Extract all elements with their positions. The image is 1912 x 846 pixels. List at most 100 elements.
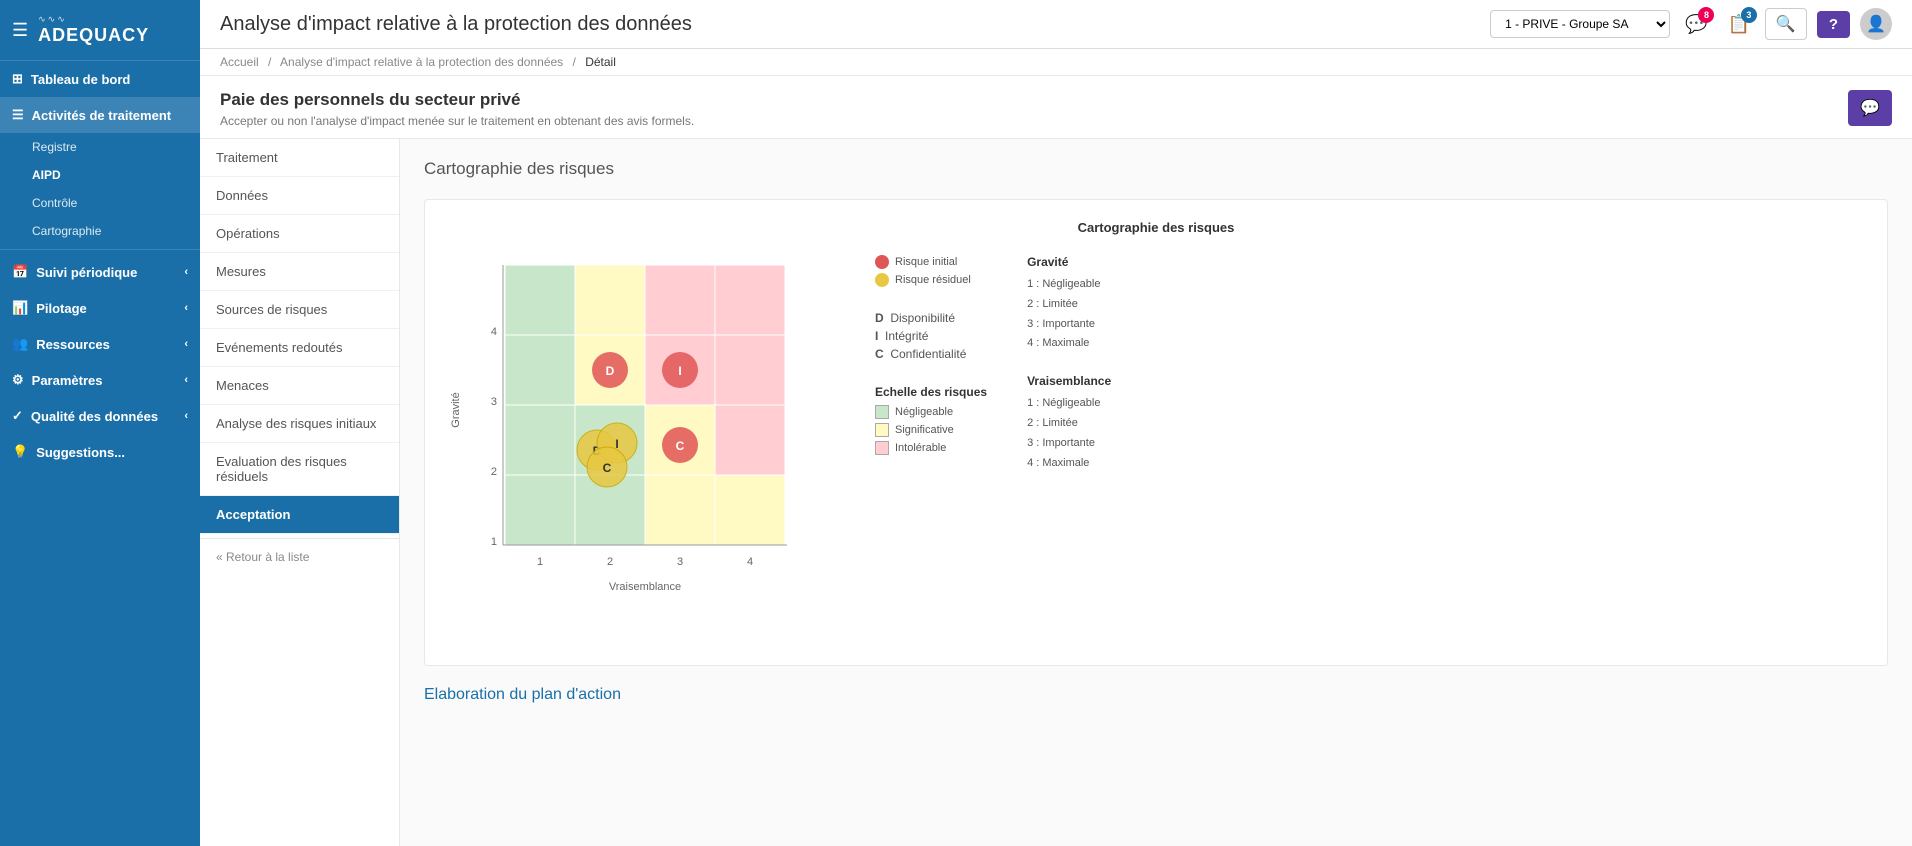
left-nav-evenements-redoutes[interactable]: Evénements redoutés [200,329,399,367]
check-icon: ✓ [12,408,23,424]
chevron-icon: ‹ [184,302,188,314]
breadcrumb-home[interactable]: Accueil [220,55,259,69]
left-nav-operations[interactable]: Opérations [200,215,399,253]
chevron-icon: ‹ [184,374,188,386]
messages-button[interactable]: 💬 8 [1680,9,1712,40]
svg-text:1: 1 [537,556,543,568]
svg-text:4: 4 [747,556,753,568]
left-nav-analyse-risques-initiaux[interactable]: Analyse des risques initiaux [200,405,399,443]
logo-wave: ∿∿∿ [38,14,149,25]
sidebar-item-activites-de-traitement[interactable]: ☰ Activités de traitement [0,97,200,133]
left-nav: Traitement Données Opérations Mesures So… [200,139,400,846]
breadcrumb: Accueil / Analyse d'impact relative à la… [200,49,1912,76]
page-header-text: Paie des personnels du secteur privé Acc… [220,90,694,128]
legend-gravite: Gravité 1 : Négligeable 2 : Limitée 3 : … [1027,255,1111,354]
section-title: Cartographie des risques [424,159,1888,179]
risk-chart-container: Cartographie des risques [424,199,1888,666]
help-button[interactable]: ? [1817,11,1850,38]
risk-map-svg: Gravité 1 2 3 4 1 2 3 4 Vr [445,245,845,645]
risque-residuel-dot [875,273,889,287]
messages-badge: 8 [1698,7,1714,23]
significative-square [875,423,889,437]
search-button[interactable]: 🔍 [1765,8,1807,40]
sidebar-item-cartographie[interactable]: Cartographie [0,217,200,245]
sidebar-item-registre[interactable]: Registre [0,133,200,161]
legend-risque-initial: Risque initial [875,255,987,269]
sidebar: ☰ ∿∿∿ ADEQUACY ⊞ Tableau de bord ☰ Activ… [0,0,200,846]
svg-text:4: 4 [491,326,497,338]
topbar-right: 1 - PRIVE - Groupe SA 💬 8 📋 3 🔍 ? 👤 [1490,8,1892,40]
left-nav-acceptation[interactable]: Acceptation [200,496,399,534]
svg-text:D: D [606,364,615,378]
risque-initial-dot [875,255,889,269]
sidebar-item-tableau-de-bord[interactable]: ⊞ Tableau de bord [0,61,200,97]
dashboard-icon: ⊞ [12,71,23,87]
legend-dic: D Disponibilité I Intégrité C Confidenti… [875,311,987,365]
activities-icon: ☰ [12,107,24,123]
elaboration-title: Elaboration du plan d'action [424,686,1888,704]
breadcrumb-current: Détail [585,55,616,69]
people-icon: 👥 [12,336,28,352]
legend-risk-types: Risque initial Risque résiduel [875,255,987,291]
sidebar-item-suggestions[interactable]: 💡 Suggestions... [0,434,200,470]
legend-echelle: Echelle des risques Négligeable Signific… [875,385,987,459]
comment-button[interactable]: 💬 [1848,90,1892,126]
sidebar-item-pilotage[interactable]: 📊 Pilotage ‹ [0,290,200,326]
svg-text:Gravité: Gravité [450,392,462,427]
svg-text:3: 3 [491,396,497,408]
chart-and-legend: Gravité 1 2 3 4 1 2 3 4 Vr [445,245,1867,645]
page-header-subtitle: Accepter ou non l'analyse d'impact menée… [220,114,694,128]
left-nav-sources-de-risques[interactable]: Sources de risques [200,291,399,329]
org-selector[interactable]: 1 - PRIVE - Groupe SA [1490,10,1670,38]
sidebar-item-aipd[interactable]: AIPD [0,161,200,189]
chevron-icon: ‹ [184,338,188,350]
logo-text: ADEQUACY [38,25,149,46]
svg-text:2: 2 [491,466,497,478]
main-content: Analyse d'impact relative à la protectio… [200,0,1912,846]
svg-text:I: I [678,364,681,378]
intolerable-square [875,441,889,455]
chevron-icon: ‹ [184,266,188,278]
calendar-icon: 📅 [12,264,28,280]
hamburger-icon[interactable]: ☰ [12,20,28,41]
svg-text:1: 1 [491,536,497,548]
svg-text:C: C [676,439,685,453]
svg-text:2: 2 [607,556,613,568]
tasks-button[interactable]: 📋 3 [1722,9,1754,40]
breadcrumb-aipd[interactable]: Analyse d'impact relative à la protectio… [280,55,563,69]
chart-icon: 📊 [12,300,28,316]
legend-vraisemblance: Vraisemblance 1 : Négligeable 2 : Limité… [1027,374,1111,473]
svg-text:3: 3 [677,556,683,568]
legend-area: Risque initial Risque résiduel [875,245,1111,473]
page-header-title: Paie des personnels du secteur privé [220,90,694,110]
left-nav-evaluation-risques-residuels[interactable]: Evaluation des risques résiduels [200,443,399,496]
sidebar-item-controle[interactable]: Contrôle [0,189,200,217]
negligeable-square [875,405,889,419]
page-header: Paie des personnels du secteur privé Acc… [200,76,1912,139]
chart-area: Gravité 1 2 3 4 1 2 3 4 Vr [445,245,845,645]
left-nav-traitement[interactable]: Traitement [200,139,399,177]
sidebar-item-parametres[interactable]: ⚙ Paramètres ‹ [0,362,200,398]
sidebar-item-suivi-periodique[interactable]: 📅 Suivi périodique ‹ [0,254,200,290]
legend-risque-residuel: Risque résiduel [875,273,987,287]
sidebar-item-qualite-donnees[interactable]: ✓ Qualité des données ‹ [0,398,200,434]
sidebar-item-ressources[interactable]: 👥 Ressources ‹ [0,326,200,362]
chart-title: Cartographie des risques [445,220,1867,235]
left-nav-donnees[interactable]: Données [200,177,399,215]
chevron-icon: ‹ [184,410,188,422]
tasks-badge: 3 [1741,7,1757,23]
back-to-list-button[interactable]: « Retour à la liste [200,538,399,575]
sidebar-header: ☰ ∿∿∿ ADEQUACY [0,0,200,61]
bulb-icon: 💡 [12,444,28,460]
left-nav-menaces[interactable]: Menaces [200,367,399,405]
main-panel: Cartographie des risques Cartographie de… [400,139,1912,846]
topbar: Analyse d'impact relative à la protectio… [200,0,1912,49]
left-nav-mesures[interactable]: Mesures [200,253,399,291]
content-area: Traitement Données Opérations Mesures So… [200,139,1912,846]
page-title: Analyse d'impact relative à la protectio… [220,13,1474,36]
sidebar-nav: ⊞ Tableau de bord ☰ Activités de traitem… [0,61,200,846]
svg-text:C: C [603,461,612,475]
logo: ∿∿∿ ADEQUACY [38,14,149,46]
gear-icon: ⚙ [12,372,24,388]
avatar[interactable]: 👤 [1860,8,1892,40]
